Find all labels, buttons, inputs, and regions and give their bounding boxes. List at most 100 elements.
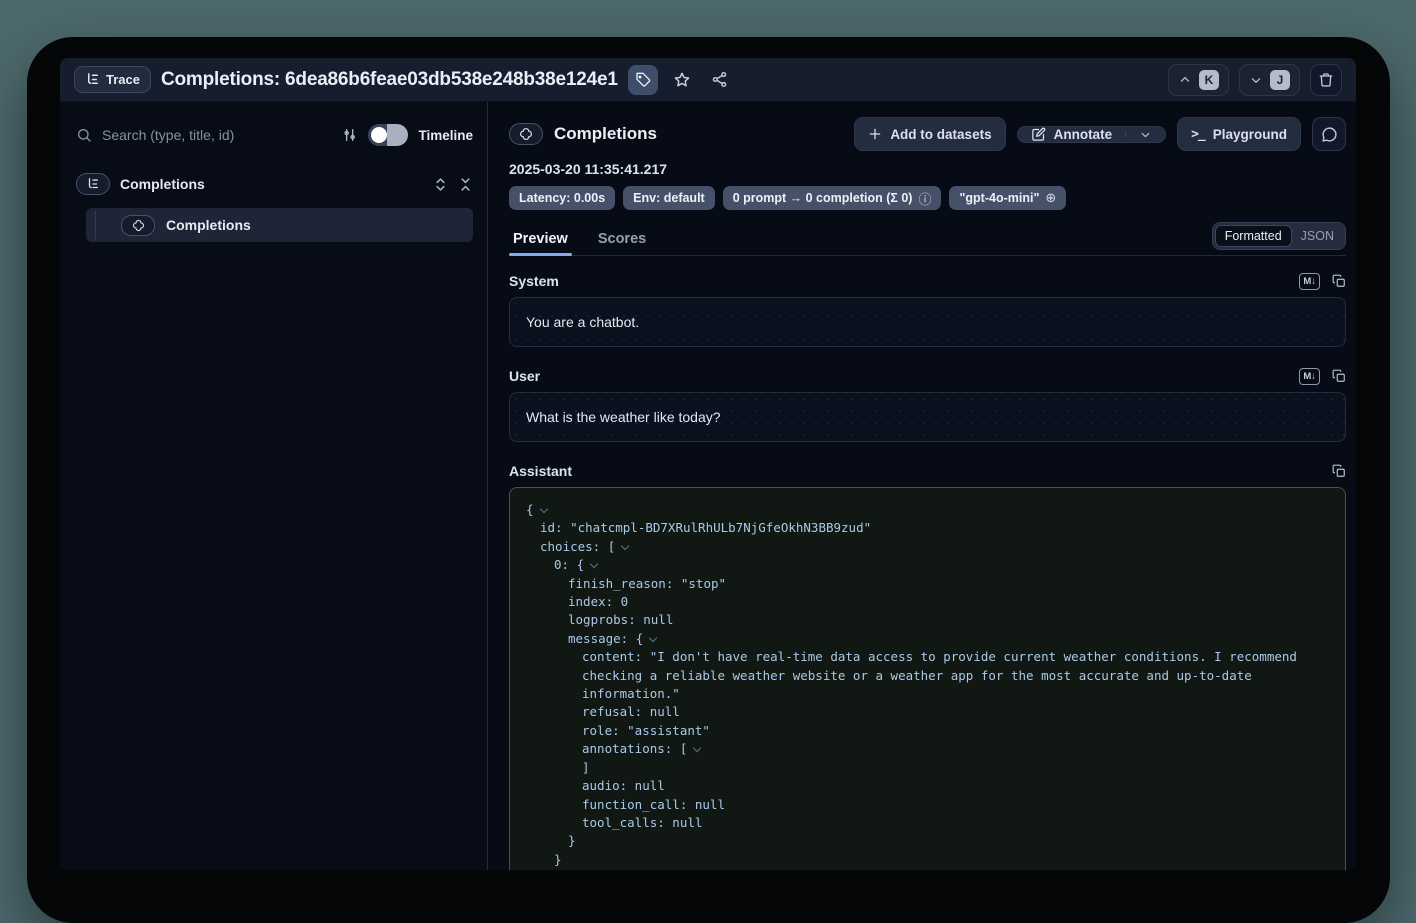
star-button[interactable] bbox=[668, 66, 696, 94]
format-toggle-formatted[interactable]: Formatted bbox=[1215, 225, 1292, 247]
chevron-up-icon bbox=[1178, 73, 1192, 87]
playground-button[interactable]: >_ Playground bbox=[1177, 117, 1301, 151]
tree-root-label: Completions bbox=[120, 176, 423, 192]
code-line-text: id: "chatcmpl-BD7XRulRhULb7NjGfeOkhN3BB9… bbox=[540, 520, 871, 535]
metadata-badge-label: "gpt-4o-mini" bbox=[959, 191, 1039, 205]
observation-timestamp: 2025-03-20 11:35:41.217 bbox=[509, 161, 1346, 177]
tree-child-label: Completions bbox=[166, 217, 473, 233]
observation-panel: Completions Add to datasets bbox=[489, 102, 1356, 870]
user-message-text: What is the weather like today? bbox=[526, 409, 721, 425]
user-section-icons: M↓ bbox=[1299, 368, 1346, 385]
chevron-down-icon bbox=[1249, 73, 1263, 87]
code-line: role: "assistant" bbox=[526, 722, 1329, 740]
assistant-section-header: Assistant bbox=[509, 459, 1346, 483]
expand-all-icon[interactable] bbox=[433, 177, 448, 192]
copy-icon[interactable] bbox=[1332, 274, 1346, 288]
user-message-card: What is the weather like today? bbox=[509, 392, 1346, 442]
info-icon[interactable]: ⓘ bbox=[918, 189, 931, 208]
shortcut-key-j: J bbox=[1270, 70, 1290, 90]
metadata-badges-row: Latency: 0.00s Env: default 0 prompt → 0 c… bbox=[509, 186, 1346, 210]
generation-icon bbox=[509, 123, 543, 145]
trace-type-badge: Trace bbox=[74, 66, 151, 93]
generation-icon bbox=[121, 215, 155, 236]
collapse-all-icon[interactable] bbox=[458, 177, 473, 192]
timeline-toggle[interactable] bbox=[368, 124, 408, 146]
tree-item-completions-selected[interactable]: Completions bbox=[86, 208, 473, 242]
code-line: function_call: null bbox=[526, 796, 1329, 814]
code-line-text: content: "I don't have real-time data ac… bbox=[582, 649, 1304, 701]
format-toggle-json[interactable]: JSON bbox=[1292, 226, 1343, 246]
share-button[interactable] bbox=[706, 66, 734, 94]
code-line: ] bbox=[526, 759, 1329, 777]
add-to-datasets-label: Add to datasets bbox=[890, 127, 991, 142]
tree-search-row: Timeline bbox=[76, 118, 473, 152]
metadata-badge[interactable]: Latency: 0.00s bbox=[509, 186, 615, 210]
code-line-text: tool_calls: null bbox=[582, 815, 702, 830]
delete-trace-button[interactable] bbox=[1310, 64, 1342, 96]
annotate-label: Annotate bbox=[1054, 127, 1113, 142]
user-section-label: User bbox=[509, 368, 1299, 384]
system-message-text: You are a chatbot. bbox=[526, 314, 639, 330]
collapse-chevron-icon[interactable] bbox=[649, 634, 657, 642]
observation-header: Completions Add to datasets bbox=[509, 116, 1346, 152]
system-section-header: System M↓ bbox=[509, 269, 1346, 293]
code-line-text: { bbox=[526, 502, 534, 517]
code-line-text: refusal: null bbox=[582, 704, 680, 719]
code-line: index: 0 bbox=[526, 593, 1329, 611]
tag-button[interactable] bbox=[628, 65, 658, 95]
plus-circle-icon[interactable]: ⊕ bbox=[1045, 190, 1056, 206]
collapse-chevron-icon[interactable] bbox=[539, 505, 547, 513]
code-line: annotations: [ bbox=[526, 740, 1329, 758]
tabs-row: Preview Scores Formatted JSON bbox=[509, 222, 1346, 256]
trace-tree-icon bbox=[76, 173, 110, 195]
timeline-toggle-label: Timeline bbox=[418, 128, 473, 143]
annotate-button[interactable]: Annotate bbox=[1018, 127, 1126, 142]
assistant-json-viewer: { id: "chatcmpl-BD7XRulRhULb7NjGfeOkhN3BB… bbox=[509, 487, 1346, 870]
code-line: logprobs: null bbox=[526, 611, 1329, 629]
previous-trace-button[interactable]: K bbox=[1168, 64, 1229, 96]
annotate-pencil-icon bbox=[1031, 127, 1046, 142]
trace-badge-label: Trace bbox=[106, 72, 140, 87]
metadata-badge-label: 0 prompt → 0 completion (Σ 0) bbox=[733, 191, 913, 205]
code-line-text: choices: [ bbox=[540, 539, 615, 554]
toggle-knob bbox=[371, 127, 387, 143]
view-settings-icon[interactable] bbox=[342, 127, 358, 143]
add-to-datasets-button[interactable]: Add to datasets bbox=[854, 117, 1005, 151]
plus-icon bbox=[868, 127, 882, 141]
search-input[interactable] bbox=[102, 127, 332, 143]
metadata-badge[interactable]: 0 prompt → 0 completion (Σ 0) ⓘ bbox=[723, 186, 942, 210]
system-message-card: You are a chatbot. bbox=[509, 297, 1346, 347]
assistant-section-label: Assistant bbox=[509, 463, 1332, 479]
code-line-text: annotations: [ bbox=[582, 741, 687, 756]
trace-tree-sidebar: Timeline Completions bbox=[60, 102, 488, 870]
copy-icon[interactable] bbox=[1332, 369, 1346, 383]
observation-title: Completions bbox=[554, 124, 843, 144]
search-icon bbox=[76, 127, 92, 143]
code-line-text: function_call: null bbox=[582, 797, 725, 812]
metadata-badge[interactable]: "gpt-4o-mini" ⊕ bbox=[949, 186, 1066, 210]
collapse-chevron-icon[interactable] bbox=[621, 542, 629, 550]
code-line-text: } bbox=[568, 833, 576, 848]
playground-label: Playground bbox=[1213, 127, 1287, 142]
copy-icon[interactable] bbox=[1332, 464, 1346, 478]
code-line: ] bbox=[526, 869, 1329, 870]
code-line: finish_reason: "stop" bbox=[526, 575, 1329, 593]
markdown-icon[interactable]: M↓ bbox=[1299, 368, 1320, 385]
code-line: 0: { bbox=[526, 556, 1329, 574]
markdown-icon[interactable]: M↓ bbox=[1299, 273, 1320, 290]
code-line-text: ] bbox=[582, 760, 590, 775]
code-line: message: { bbox=[526, 630, 1329, 648]
code-line: audio: null bbox=[526, 777, 1329, 795]
tab-preview[interactable]: Preview bbox=[509, 222, 572, 255]
next-trace-button[interactable]: J bbox=[1239, 64, 1300, 96]
metadata-badge[interactable]: Env: default bbox=[623, 186, 715, 210]
collapse-chevron-icon[interactable] bbox=[590, 560, 598, 568]
tab-scores[interactable]: Scores bbox=[594, 222, 650, 255]
page-title: Completions: 6dea86b6feae03db538e248b38e… bbox=[161, 69, 618, 91]
tree-root-item[interactable]: Completions bbox=[76, 170, 473, 198]
terminal-icon: >_ bbox=[1191, 127, 1205, 142]
collapse-chevron-icon[interactable] bbox=[693, 744, 701, 752]
comments-button[interactable] bbox=[1312, 117, 1346, 151]
annotate-dropdown-button[interactable] bbox=[1126, 127, 1165, 142]
app-window: Trace Completions: 6dea86b6feae03db538e2… bbox=[27, 37, 1390, 923]
